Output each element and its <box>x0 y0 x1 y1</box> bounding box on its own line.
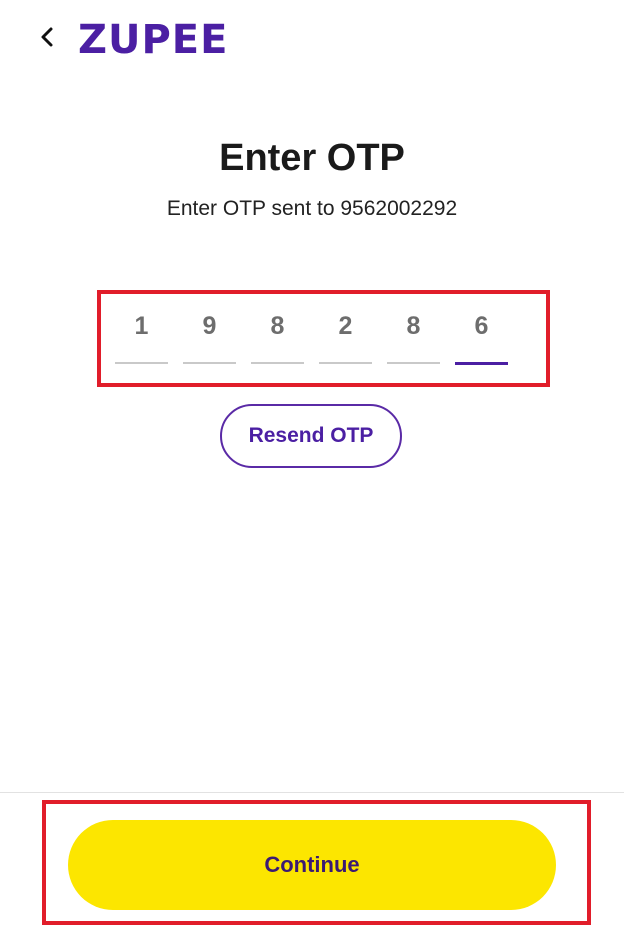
otp-digit-underline <box>251 362 304 364</box>
back-button[interactable] <box>30 22 64 56</box>
otp-digit-3[interactable]: 8 <box>251 306 304 366</box>
page-title: Enter OTP <box>219 137 405 179</box>
otp-digit-5[interactable]: 8 <box>387 306 440 366</box>
otp-digit-value: 6 <box>474 312 489 340</box>
otp-digit-value: 8 <box>406 312 421 340</box>
otp-digit-underline <box>455 362 508 365</box>
otp-instruction: Enter OTP sent to 9562002292 <box>166 197 458 220</box>
footer-divider <box>0 792 624 793</box>
app-header: ZUPEE <box>0 0 624 80</box>
otp-digit-1[interactable]: 1 <box>115 306 168 366</box>
resend-otp-button[interactable]: Resend OTP <box>220 404 402 468</box>
otp-digit-value: 9 <box>202 312 217 340</box>
otp-digit-2[interactable]: 9 <box>183 306 236 366</box>
otp-digit-value: 1 <box>134 312 149 340</box>
continue-button[interactable]: Continue <box>68 820 556 910</box>
otp-digit-underline <box>319 362 372 364</box>
zupee-logo: ZUPEE <box>78 17 229 63</box>
otp-digit-6[interactable]: 6 <box>455 306 508 366</box>
otp-digit-underline <box>115 362 168 364</box>
otp-digit-underline <box>183 362 236 364</box>
otp-digit-value: 8 <box>270 312 285 340</box>
otp-digit-underline <box>387 362 440 364</box>
otp-digit-4[interactable]: 2 <box>319 306 372 366</box>
chevron-left-icon <box>38 25 56 54</box>
otp-digit-value: 2 <box>338 312 353 340</box>
